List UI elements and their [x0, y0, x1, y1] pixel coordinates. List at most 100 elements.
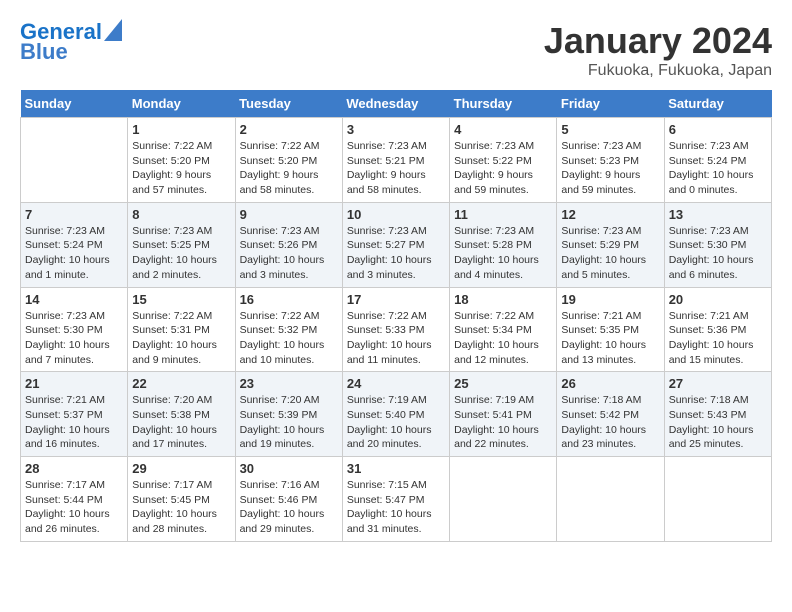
calendar-subtitle: Fukuoka, Fukuoka, Japan	[544, 62, 772, 80]
calendar-cell: 15 Sunrise: 7:22 AM Sunset: 5:31 PM Dayli…	[128, 287, 235, 372]
calendar-cell: 11 Sunrise: 7:23 AM Sunset: 5:28 PM Dayli…	[450, 202, 557, 287]
column-header-wednesday: Wednesday	[342, 90, 449, 118]
calendar-cell: 17 Sunrise: 7:22 AM Sunset: 5:33 PM Dayli…	[342, 287, 449, 372]
calendar-cell: 21 Sunrise: 7:21 AM Sunset: 5:37 PM Dayli…	[21, 372, 128, 457]
calendar-table: SundayMondayTuesdayWednesdayThursdayFrid…	[20, 90, 772, 542]
day-info: Sunrise: 7:23 AM Sunset: 5:30 PM Dayligh…	[25, 309, 123, 368]
calendar-cell: 14 Sunrise: 7:23 AM Sunset: 5:30 PM Dayli…	[21, 287, 128, 372]
column-header-sunday: Sunday	[21, 90, 128, 118]
day-info: Sunrise: 7:19 AM Sunset: 5:40 PM Dayligh…	[347, 393, 445, 452]
day-number: 15	[132, 292, 230, 307]
calendar-cell: 18 Sunrise: 7:22 AM Sunset: 5:34 PM Dayli…	[450, 287, 557, 372]
calendar-cell: 25Sunrise: 7:19 AM Sunset: 5:41 PM Dayli…	[450, 372, 557, 457]
calendar-cell: 4Sunrise: 7:23 AM Sunset: 5:22 PM Daylig…	[450, 118, 557, 203]
day-info: Sunrise: 7:22 AM Sunset: 5:20 PM Dayligh…	[240, 139, 338, 198]
day-info: Sunrise: 7:19 AM Sunset: 5:41 PM Dayligh…	[454, 393, 552, 452]
week-row-1: 1 Sunrise: 7:22 AM Sunset: 5:20 PM Daylig…	[21, 118, 772, 203]
calendar-cell: 28 Sunrise: 7:17 AM Sunset: 5:44 PM Dayli…	[21, 457, 128, 542]
day-number: 19	[561, 292, 659, 307]
day-number: 27	[669, 376, 767, 391]
week-row-2: 7Sunrise: 7:23 AM Sunset: 5:24 PM Daylig…	[21, 202, 772, 287]
day-info: Sunrise: 7:23 AM Sunset: 5:23 PM Dayligh…	[561, 139, 659, 198]
day-number: 10	[347, 207, 445, 222]
day-info: Sunrise: 7:23 AM Sunset: 5:28 PM Dayligh…	[454, 224, 552, 283]
day-number: 14	[25, 292, 123, 307]
calendar-cell: 31Sunrise: 7:15 AM Sunset: 5:47 PM Dayli…	[342, 457, 449, 542]
day-info: Sunrise: 7:21 AM Sunset: 5:37 PM Dayligh…	[25, 393, 123, 452]
day-number: 6	[669, 122, 767, 137]
calendar-cell: 6 Sunrise: 7:23 AM Sunset: 5:24 PM Daylig…	[664, 118, 771, 203]
calendar-cell	[450, 457, 557, 542]
day-number: 16	[240, 292, 338, 307]
calendar-cell: 19 Sunrise: 7:21 AM Sunset: 5:35 PM Dayli…	[557, 287, 664, 372]
day-number: 4	[454, 122, 552, 137]
day-number: 18	[454, 292, 552, 307]
day-info: Sunrise: 7:22 AM Sunset: 5:32 PM Dayligh…	[240, 309, 338, 368]
day-number: 28	[25, 461, 123, 476]
day-number: 17	[347, 292, 445, 307]
column-header-thursday: Thursday	[450, 90, 557, 118]
day-info: Sunrise: 7:23 AM Sunset: 5:26 PM Dayligh…	[240, 224, 338, 283]
day-number: 29	[132, 461, 230, 476]
calendar-cell: 27 Sunrise: 7:18 AM Sunset: 5:43 PM Dayli…	[664, 372, 771, 457]
column-header-tuesday: Tuesday	[235, 90, 342, 118]
calendar-cell: 16 Sunrise: 7:22 AM Sunset: 5:32 PM Dayli…	[235, 287, 342, 372]
calendar-cell: 7Sunrise: 7:23 AM Sunset: 5:24 PM Daylig…	[21, 202, 128, 287]
day-number: 26	[561, 376, 659, 391]
day-info: Sunrise: 7:16 AM Sunset: 5:46 PM Dayligh…	[240, 478, 338, 537]
day-info: Sunrise: 7:22 AM Sunset: 5:33 PM Dayligh…	[347, 309, 445, 368]
week-row-4: 21 Sunrise: 7:21 AM Sunset: 5:37 PM Dayli…	[21, 372, 772, 457]
calendar-cell: 5Sunrise: 7:23 AM Sunset: 5:23 PM Daylig…	[557, 118, 664, 203]
day-number: 7	[25, 207, 123, 222]
day-info: Sunrise: 7:23 AM Sunset: 5:27 PM Dayligh…	[347, 224, 445, 283]
calendar-cell: 13Sunrise: 7:23 AM Sunset: 5:30 PM Dayli…	[664, 202, 771, 287]
day-number: 22	[132, 376, 230, 391]
calendar-title: January 2024	[544, 20, 772, 62]
day-number: 24	[347, 376, 445, 391]
day-info: Sunrise: 7:23 AM Sunset: 5:24 PM Dayligh…	[669, 139, 767, 198]
calendar-cell: 26 Sunrise: 7:18 AM Sunset: 5:42 PM Dayli…	[557, 372, 664, 457]
day-number: 11	[454, 207, 552, 222]
day-info: Sunrise: 7:17 AM Sunset: 5:44 PM Dayligh…	[25, 478, 123, 537]
day-number: 1	[132, 122, 230, 137]
day-info: Sunrise: 7:22 AM Sunset: 5:20 PM Dayligh…	[132, 139, 230, 198]
column-header-monday: Monday	[128, 90, 235, 118]
calendar-cell: 23 Sunrise: 7:20 AM Sunset: 5:39 PM Dayli…	[235, 372, 342, 457]
calendar-cell: 10 Sunrise: 7:23 AM Sunset: 5:27 PM Dayli…	[342, 202, 449, 287]
day-info: Sunrise: 7:22 AM Sunset: 5:31 PM Dayligh…	[132, 309, 230, 368]
day-info: Sunrise: 7:21 AM Sunset: 5:35 PM Dayligh…	[561, 309, 659, 368]
calendar-cell: 22 Sunrise: 7:20 AM Sunset: 5:38 PM Dayli…	[128, 372, 235, 457]
day-number: 30	[240, 461, 338, 476]
day-info: Sunrise: 7:20 AM Sunset: 5:38 PM Dayligh…	[132, 393, 230, 452]
day-number: 9	[240, 207, 338, 222]
calendar-cell: 29 Sunrise: 7:17 AM Sunset: 5:45 PM Dayli…	[128, 457, 235, 542]
day-info: Sunrise: 7:18 AM Sunset: 5:43 PM Dayligh…	[669, 393, 767, 452]
day-info: Sunrise: 7:22 AM Sunset: 5:34 PM Dayligh…	[454, 309, 552, 368]
day-info: Sunrise: 7:20 AM Sunset: 5:39 PM Dayligh…	[240, 393, 338, 452]
day-number: 21	[25, 376, 123, 391]
day-number: 2	[240, 122, 338, 137]
day-info: Sunrise: 7:17 AM Sunset: 5:45 PM Dayligh…	[132, 478, 230, 537]
week-row-5: 28 Sunrise: 7:17 AM Sunset: 5:44 PM Dayli…	[21, 457, 772, 542]
column-header-saturday: Saturday	[664, 90, 771, 118]
calendar-cell	[557, 457, 664, 542]
day-info: Sunrise: 7:23 AM Sunset: 5:25 PM Dayligh…	[132, 224, 230, 283]
calendar-cell	[664, 457, 771, 542]
calendar-cell: 9 Sunrise: 7:23 AM Sunset: 5:26 PM Daylig…	[235, 202, 342, 287]
calendar-cell: 3Sunrise: 7:23 AM Sunset: 5:21 PM Daylig…	[342, 118, 449, 203]
day-number: 23	[240, 376, 338, 391]
page-header: General Blue January 2024 Fukuoka, Fukuo…	[20, 20, 772, 80]
day-info: Sunrise: 7:23 AM Sunset: 5:29 PM Dayligh…	[561, 224, 659, 283]
day-number: 12	[561, 207, 659, 222]
day-info: Sunrise: 7:18 AM Sunset: 5:42 PM Dayligh…	[561, 393, 659, 452]
title-block: January 2024 Fukuoka, Fukuoka, Japan	[544, 20, 772, 80]
calendar-cell: 12 Sunrise: 7:23 AM Sunset: 5:29 PM Dayli…	[557, 202, 664, 287]
calendar-cell: 1 Sunrise: 7:22 AM Sunset: 5:20 PM Daylig…	[128, 118, 235, 203]
calendar-cell: 2 Sunrise: 7:22 AM Sunset: 5:20 PM Daylig…	[235, 118, 342, 203]
day-number: 3	[347, 122, 445, 137]
calendar-header-row: SundayMondayTuesdayWednesdayThursdayFrid…	[21, 90, 772, 118]
logo: General Blue	[20, 20, 122, 64]
calendar-cell	[21, 118, 128, 203]
day-info: Sunrise: 7:15 AM Sunset: 5:47 PM Dayligh…	[347, 478, 445, 537]
calendar-cell: 30 Sunrise: 7:16 AM Sunset: 5:46 PM Dayli…	[235, 457, 342, 542]
